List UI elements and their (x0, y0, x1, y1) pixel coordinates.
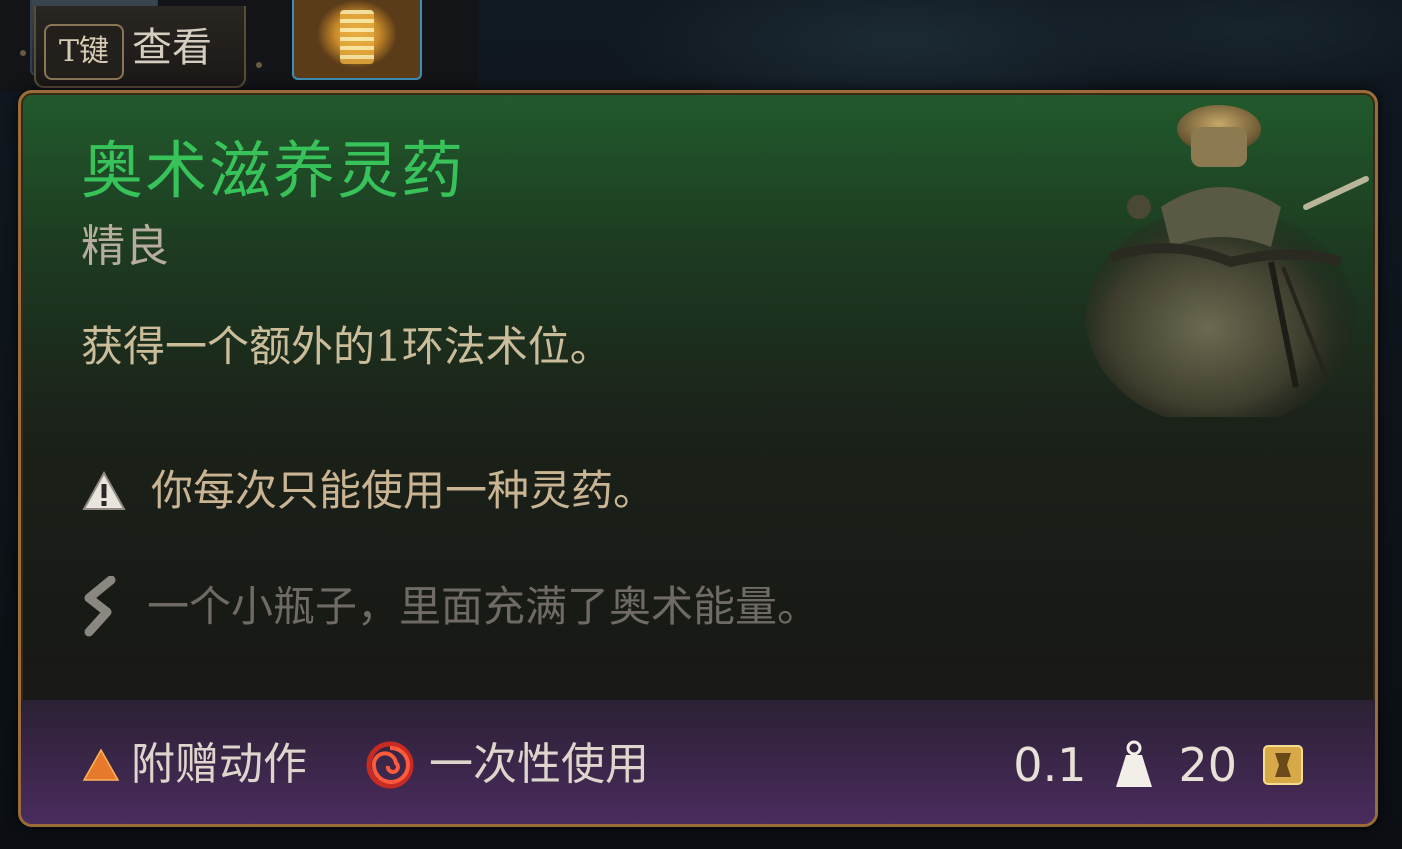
inventory-slot-scroll[interactable] (292, 0, 422, 80)
item-tooltip: 奥术滋养灵药 精良 获得一个额外的1环法术位。 你每次只能使用一种灵药。 一个小… (18, 90, 1378, 827)
footer-stats: 0.1 20 (1013, 730, 1305, 800)
weight-value: 0.1 (1013, 738, 1087, 792)
ornament-dot (256, 62, 262, 68)
ornament-dot (20, 50, 26, 56)
usage-label: 一次性使用 (429, 739, 649, 790)
triangle-icon (82, 748, 120, 781)
item-rarity: 精良 (81, 221, 169, 272)
item-title: 奥术滋养灵药 (81, 134, 466, 207)
scroll-icon (340, 10, 374, 64)
spiral-icon (366, 741, 414, 789)
flavor-row: 一个小瓶子，里面充满了奥术能量。 (81, 576, 820, 637)
key-hint-label: 查看 (132, 25, 212, 71)
item-effect: 获得一个额外的1环法术位。 (81, 322, 612, 371)
potion-pouch-icon (1086, 105, 1369, 417)
footer-tags: 附赠动作 一次性使用 (81, 730, 649, 800)
key-hint: T键 查看 (34, 6, 246, 88)
coin-icon (1263, 745, 1303, 785)
hotbar-panel: T键 查看 (0, 0, 478, 92)
warning-row: 你每次只能使用一种灵药。 (81, 461, 655, 521)
action-type-label: 附赠动作 (131, 739, 307, 790)
weight-icon (1116, 740, 1153, 787)
warning-icon (82, 470, 126, 510)
quill-icon (84, 576, 116, 637)
warning-text: 你每次只能使用一种灵药。 (151, 466, 656, 515)
tooltip-footer: 附赠动作 一次性使用 0.1 20 (21, 700, 1375, 824)
key-cap: T键 (44, 24, 124, 80)
gold-value: 20 (1178, 738, 1237, 792)
flavor-text: 一个小瓶子，里面充满了奥术能量。 (147, 582, 820, 631)
